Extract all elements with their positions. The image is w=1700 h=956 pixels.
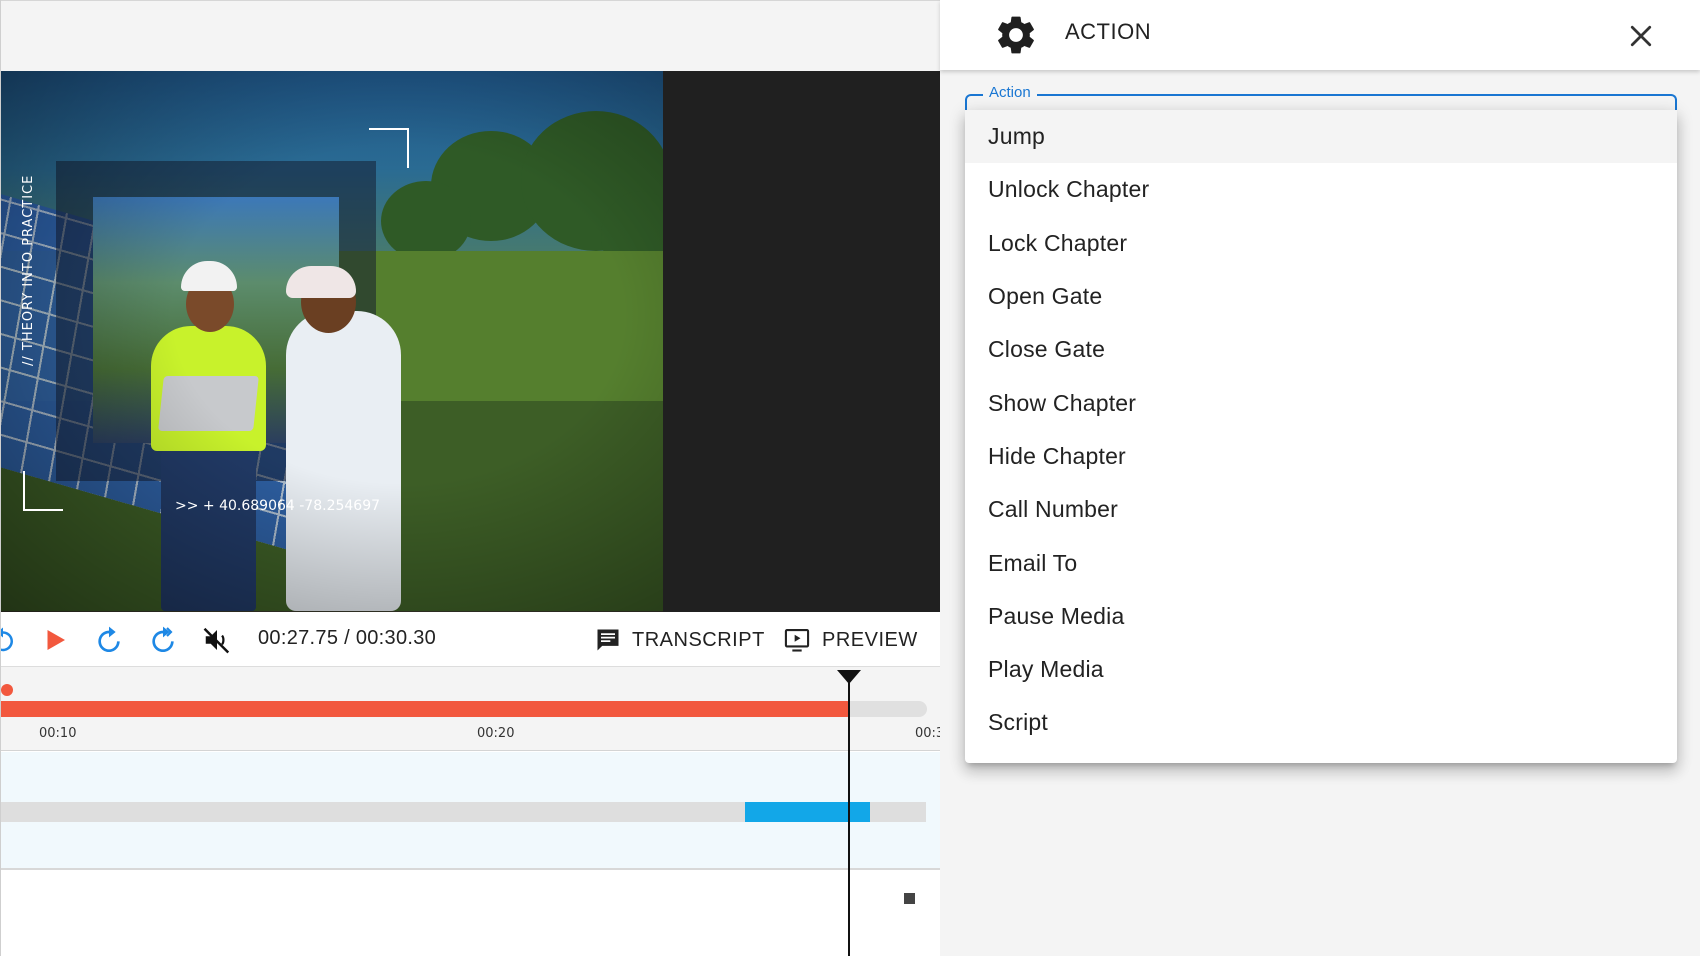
transcript-icon [597,629,619,651]
mute-icon[interactable] [201,624,233,656]
play-icon[interactable] [39,624,71,656]
menu-item-jump[interactable]: Jump [965,110,1677,164]
stop-icon[interactable] [904,893,915,904]
frame-bracket-bottom-left [23,471,63,511]
frame-bracket-top-right [369,128,409,168]
menu-item-lock-chapter[interactable]: Lock Chapter [965,217,1677,270]
menu-item-open-gate[interactable]: Open Gate [965,270,1677,323]
action-panel: ACTION Action Jump Unlock Chapter Lock Cha… [940,0,1700,956]
tick-label: 00:10 [39,726,77,741]
player-controls: 00:27.75 / 00:30.30 TRANSCRIPT PREVIEW [1,612,940,667]
transcript-button[interactable]: TRANSCRIPT [594,623,765,657]
panel-header: ACTION [940,0,1700,70]
action-select[interactable] [965,94,1677,110]
menu-item-pause-media[interactable]: Pause Media [965,590,1677,643]
transcript-label: TRANSCRIPT [632,628,765,651]
action-select-label: Action [983,85,1037,98]
timeline-scrubber[interactable]: 00:10 00:20 00:3 [1,667,940,751]
gear-icon [998,16,1034,54]
preview-icon [784,629,810,652]
timeline-start-dot [1,684,13,696]
menu-item-script[interactable]: Script [965,696,1677,749]
menu-item-call-number[interactable]: Call Number [965,483,1677,536]
rewind-icon[interactable] [1,624,19,656]
playhead-line [848,680,851,956]
action-dropdown-menu: Jump Unlock Chapter Lock Chapter Open Gate C… [965,110,1677,763]
forward-icon[interactable] [147,624,179,656]
action-clip[interactable] [744,802,871,822]
menu-item-unlock-chapter[interactable]: Unlock Chapter [965,163,1677,216]
editor-area: // THEORY INTO PRACTICE >> + 40.689064 -… [0,0,940,956]
top-toolbar [1,0,940,71]
timeline-progress [1,701,850,717]
time-display: 00:27.75 / 00:30.30 [258,627,437,649]
video-stage: // THEORY INTO PRACTICE >> + 40.689064 -… [1,71,940,612]
menu-item-email-to[interactable]: Email To [965,536,1677,589]
panel-title: ACTION [1065,19,1152,44]
video-frame[interactable]: // THEORY INTO PRACTICE >> + 40.689064 -… [1,71,663,612]
menu-item-play-media[interactable]: Play Media [965,643,1677,696]
video-coordinates-text: >> + 40.689064 -78.254697 [175,498,381,514]
tick-label: 00:3 [915,726,940,741]
timeline-track-lane [1,752,940,870]
menu-item-show-chapter[interactable]: Show Chapter [965,376,1677,429]
menu-item-hide-chapter[interactable]: Hide Chapter [965,430,1677,483]
preview-label: PREVIEW [822,628,918,651]
replay-icon[interactable] [93,624,125,656]
timeline-footer [1,871,940,956]
menu-item-close-gate[interactable]: Close Gate [965,323,1677,376]
tick-label: 00:20 [477,726,515,741]
preview-button[interactable]: PREVIEW [782,623,918,657]
close-icon[interactable] [1626,21,1656,51]
video-overlay-label: // THEORY INTO PRACTICE [21,174,36,366]
